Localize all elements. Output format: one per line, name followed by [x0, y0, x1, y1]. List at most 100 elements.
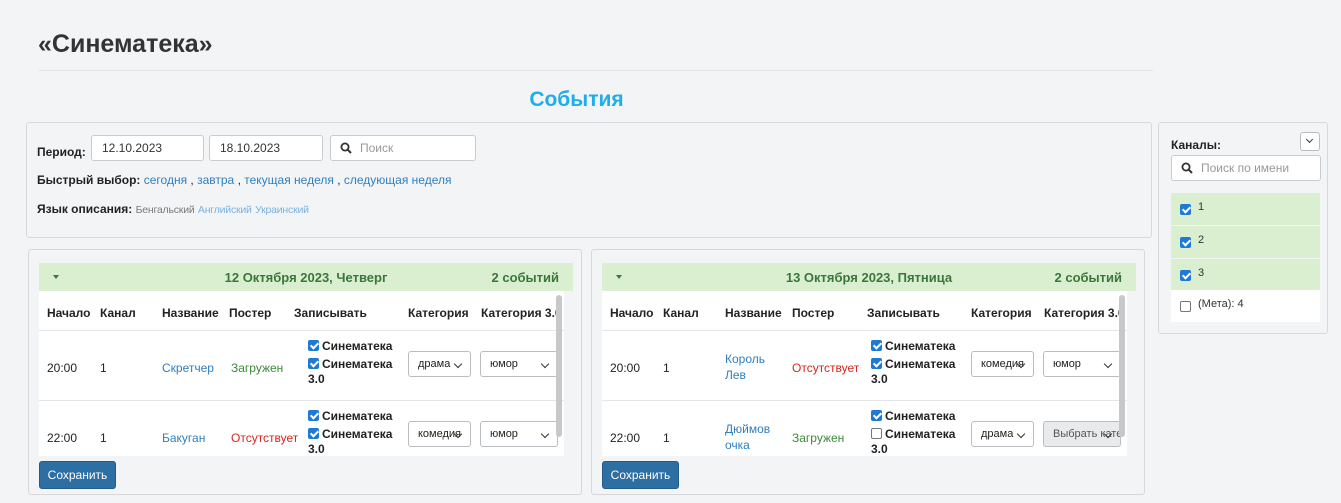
record-option-label: Синематека 3.0 [308, 427, 393, 456]
event-channel: 1 [663, 431, 670, 445]
column-header-poster: Постер [229, 306, 272, 320]
day-header[interactable]: 12 Октября 2023, Четверг 2 событий [39, 263, 573, 291]
quick-link-tomorrow[interactable]: завтра [197, 173, 234, 187]
record-checkbox[interactable] [871, 358, 882, 369]
channel-checkbox[interactable] [1180, 204, 1191, 215]
site-title: «Синематека» [38, 30, 213, 58]
record-checkbox[interactable] [308, 410, 319, 421]
date-to-input[interactable] [209, 135, 323, 161]
page-heading: События [529, 88, 624, 111]
event-name-link[interactable]: Бакуган [162, 431, 205, 445]
channel-checkbox[interactable] [1180, 301, 1191, 312]
date-from-input[interactable] [91, 135, 204, 161]
poster-status: Загружен [231, 361, 284, 375]
column-header-start: Начало [47, 306, 91, 320]
chevron-down-icon [453, 359, 463, 369]
event-name-link[interactable]: Дюймовочка [725, 421, 771, 453]
event-name-link[interactable]: Скретчер [162, 361, 214, 375]
record-option-label: Синематека [322, 339, 393, 353]
record-option[interactable]: Синематека 3.0 [871, 357, 971, 387]
quick-select-label: Быстрый выбор: [37, 173, 141, 187]
channel-item[interactable]: (Мета): 4 [1171, 290, 1320, 322]
record-option[interactable]: Синематека [871, 409, 955, 424]
event-search-input[interactable] [358, 140, 482, 156]
table-scrollbar[interactable] [556, 295, 562, 437]
poster-status: Отсутствует [792, 361, 860, 375]
category-select[interactable]: драма [408, 351, 471, 377]
column-header-channel: Канал [663, 306, 699, 320]
channels-panel: Каналы: 1 2 3 (Мета): 4 [1158, 122, 1328, 334]
quick-link-next-week[interactable]: следующая неделя [344, 173, 452, 187]
events-table: Начало Канал Название Постер Записывать … [602, 291, 1127, 456]
day-event-count: 2 событий [1054, 270, 1123, 285]
channel-search-input[interactable] [1199, 160, 1323, 176]
language-english[interactable]: Английский [198, 204, 252, 216]
channel-search[interactable] [1171, 155, 1323, 181]
channel-item[interactable]: 3 [1171, 259, 1320, 291]
record-option[interactable]: Синематека [871, 339, 955, 354]
record-option-label: Синематека [322, 409, 393, 423]
record-checkbox[interactable] [871, 428, 882, 439]
event-name-link[interactable]: Король Лев [725, 351, 771, 383]
save-button[interactable]: Сохранить [602, 461, 679, 489]
channels-dropdown-toggle[interactable] [1300, 132, 1320, 151]
channel-item[interactable]: 1 [1171, 193, 1320, 225]
table-scrollbar[interactable] [1119, 295, 1125, 437]
channel-item[interactable]: 2 [1171, 226, 1320, 258]
event-channel: 1 [663, 361, 670, 375]
record-option[interactable]: Синематека [308, 409, 392, 424]
filters-panel: Период: Быстрый выбор: сегодня , завтра … [26, 122, 1152, 238]
quick-link-today[interactable]: сегодня [144, 173, 187, 187]
record-option-label: Синематека 3.0 [308, 357, 393, 386]
category-select[interactable]: комедия [971, 351, 1034, 377]
record-option-label: Синематека [885, 339, 956, 353]
record-checkbox[interactable] [308, 428, 319, 439]
event-search[interactable] [330, 135, 482, 161]
chevron-down-icon [1103, 359, 1113, 369]
record-checkbox[interactable] [308, 358, 319, 369]
channel-label: 1 [1198, 201, 1205, 213]
record-checkbox[interactable] [308, 340, 319, 351]
category3-select[interactable]: юмор [1043, 351, 1121, 377]
record-option-label: Синематека 3.0 [871, 357, 956, 386]
category3-select[interactable]: юмор [480, 351, 558, 377]
poster-status: Загружен [792, 431, 845, 445]
category3-select[interactable]: Выбрать категорию [1043, 421, 1121, 447]
category3-select-value: юмор [490, 428, 518, 440]
event-start: 20:00 [610, 361, 641, 375]
channel-label: 2 [1198, 234, 1205, 246]
day-panel: 13 Октября 2023, Пятница 2 событий Начал… [591, 249, 1145, 495]
record-option[interactable]: Синематека 3.0 [871, 427, 971, 456]
channel-checkbox[interactable] [1180, 270, 1191, 281]
record-option[interactable]: Синематека 3.0 [308, 427, 408, 456]
quick-link-this-week[interactable]: текущая неделя [244, 173, 334, 187]
column-header-name: Название [725, 306, 782, 320]
record-option[interactable]: Синематека 3.0 [308, 357, 408, 387]
record-option[interactable]: Синематека [308, 339, 392, 354]
category-select-value: драма [418, 358, 451, 370]
category3-select-value: юмор [490, 358, 518, 370]
category-select[interactable]: комедия [408, 421, 471, 447]
column-header-category3: Категория 3.0 [1044, 306, 1125, 320]
title-divider [38, 70, 1153, 71]
category3-select[interactable]: юмор [480, 421, 558, 447]
search-icon [1181, 162, 1193, 174]
column-header-record: Записывать [294, 306, 367, 320]
category-select[interactable]: драма [971, 421, 1034, 447]
record-checkbox[interactable] [871, 410, 882, 421]
events-table: Начало Канал Название Постер Записывать … [39, 291, 564, 456]
column-header-record: Записывать [867, 306, 940, 320]
channel-checkbox[interactable] [1180, 237, 1191, 248]
search-icon [340, 142, 352, 154]
chevron-down-icon [540, 429, 550, 439]
description-language: Язык описания: Бенгальский Английский Ук… [37, 202, 309, 216]
record-checkbox[interactable] [871, 340, 882, 351]
event-start: 20:00 [47, 361, 78, 375]
language-bengali[interactable]: Бенгальский [136, 204, 195, 216]
record-option-label: Синематека [885, 409, 956, 423]
column-header-start: Начало [610, 306, 654, 320]
save-button[interactable]: Сохранить [39, 461, 116, 489]
day-header[interactable]: 13 Октября 2023, Пятница 2 событий [602, 263, 1136, 291]
language-ukrainian[interactable]: Украинский [255, 204, 309, 216]
row-divider [602, 330, 1127, 331]
